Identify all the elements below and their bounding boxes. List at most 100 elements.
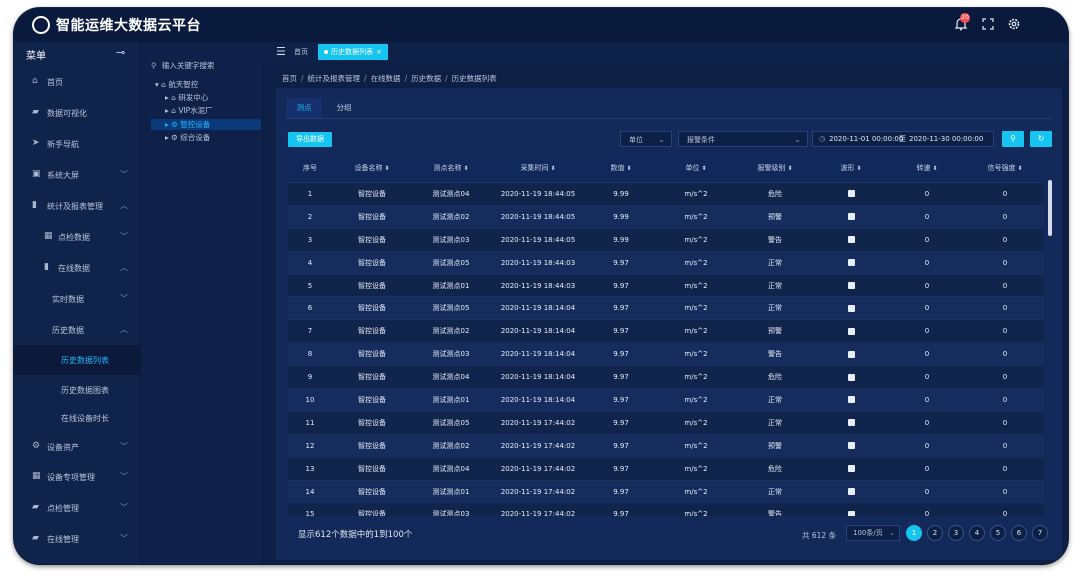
tree-node-vip-cement[interactable]: ▸ ⌂ VIP水泥厂 xyxy=(165,105,213,116)
page-button[interactable]: 7 xyxy=(1032,525,1048,541)
table-row[interactable]: 13 智控设备 测试测点04 2020-11-19 17:44:02 9.97 m/s^2… xyxy=(288,457,1044,481)
waveform-icon[interactable] xyxy=(847,465,855,473)
fullscreen-icon[interactable] xyxy=(981,17,995,35)
column-header[interactable]: 波形 ⬍ xyxy=(814,154,888,183)
tree-node-smart-device[interactable]: ▸ ⚙ 智控设备 xyxy=(151,119,261,130)
waveform-icon[interactable] xyxy=(847,259,855,267)
menu-item-guide[interactable]: ➤ 新手导航 xyxy=(14,129,140,159)
menu-item-home[interactable]: ⌂ 首页 xyxy=(14,67,140,97)
close-icon[interactable]: × xyxy=(376,48,382,56)
table-row[interactable]: 1 智控设备 测试测点04 2020-11-19 18:44:05 9.99 m/s^2 危… xyxy=(288,182,1044,206)
menu-item-online-mgmt[interactable]: ▰ 在线管理 ﹀ xyxy=(14,524,140,554)
sort-icon[interactable]: ⬍ xyxy=(932,165,937,172)
sort-icon[interactable]: ⬍ xyxy=(550,165,555,172)
breadcrumb-item[interactable]: 历史数据 xyxy=(411,74,441,83)
waveform-icon[interactable] xyxy=(847,190,855,198)
date-range-picker[interactable]: ◷ 2020-11-01 00:00:00 至 2020-11-30 00:00… xyxy=(812,131,994,147)
table-row[interactable]: 6 智控设备 测试测点05 2020-11-19 18:14:04 9.97 m/s^2 正… xyxy=(288,296,1044,321)
tree-node-rd-center[interactable]: ▸ ⌂ 研发中心 xyxy=(165,92,208,103)
page-button[interactable]: 3 xyxy=(948,525,964,541)
breadcrumb-item[interactable]: 统计及报表管理 xyxy=(308,74,361,83)
table-row[interactable]: 2 智控设备 测试测点02 2020-11-19 18:44:05 9.99 m/s^2 预… xyxy=(288,205,1044,229)
collapse-icon[interactable]: ⊸ xyxy=(116,46,125,59)
sort-icon[interactable]: ⬍ xyxy=(463,165,468,172)
column-header[interactable]: 采集时间 ⬍ xyxy=(490,154,586,183)
table-row[interactable]: 14 智控设备 测试测点01 2020-11-19 17:44:02 9.97 m/s^2… xyxy=(288,480,1044,504)
menu-item-realtime-data[interactable]: 实时数据 ﹀ xyxy=(14,284,140,314)
table-row[interactable]: 3 智控设备 测试测点03 2020-11-19 18:44:05 9.99 m/s^2 警… xyxy=(288,228,1044,252)
waveform-icon[interactable] xyxy=(847,442,855,450)
table-row[interactable]: 10 智控设备 测试测点01 2020-11-19 18:14:04 9.97 m/s^2… xyxy=(288,388,1044,412)
waveform-icon[interactable] xyxy=(847,488,855,496)
page-button[interactable]: 6 xyxy=(1011,525,1027,541)
column-header[interactable]: 序号 xyxy=(288,154,332,183)
column-header[interactable]: 数值 ⬍ xyxy=(586,154,656,183)
menu-item-history-list[interactable]: 历史数据列表 xyxy=(14,345,140,375)
page-button[interactable]: 5 xyxy=(990,525,1006,541)
table-row[interactable]: 9 智控设备 测试测点04 2020-11-19 18:14:04 9.97 m/s^2 危… xyxy=(288,365,1044,390)
page-button[interactable]: 2 xyxy=(927,525,943,541)
menu-toggle-icon[interactable]: ☰ xyxy=(276,45,286,58)
menu-item-online-data[interactable]: ▮ 在线数据 ︿ xyxy=(14,253,140,283)
refresh-button[interactable]: ↻ xyxy=(1030,131,1052,147)
menu-item-inspection-mgmt[interactable]: ▰ 点检管理 ﹀ xyxy=(14,493,140,523)
menu-item-inspection-data[interactable]: ▦ 点检数据 ﹀ xyxy=(14,222,140,252)
breadcrumb-item[interactable]: 首页 xyxy=(282,74,297,83)
column-header[interactable]: 报警级别 ⬍ xyxy=(736,154,814,183)
page-button[interactable]: 1 xyxy=(906,525,922,541)
sort-icon[interactable]: ⬍ xyxy=(701,165,706,172)
sort-icon[interactable]: ⬍ xyxy=(626,165,631,172)
column-header[interactable]: 信号强度 ⬍ xyxy=(966,154,1044,183)
table-row[interactable]: 15 智控设备 测试测点03 2020-11-19 17:44:02 9.97 m/s^2… xyxy=(288,502,1044,516)
menu-item-history-data[interactable]: 历史数据 ︿ xyxy=(14,315,140,345)
waveform-icon[interactable] xyxy=(847,327,855,335)
waveform-icon[interactable] xyxy=(847,236,855,244)
column-header[interactable]: 转速 ⬍ xyxy=(888,154,966,183)
waveform-icon[interactable] xyxy=(847,510,855,516)
table-row[interactable]: 4 智控设备 测试测点05 2020-11-19 18:44:03 9.97 m/s^2 正… xyxy=(288,251,1044,275)
column-header[interactable]: 测点名称 ⬍ xyxy=(412,154,490,183)
unit-select[interactable]: 单位 ⌄ xyxy=(620,131,672,147)
menu-item-data-visualization[interactable]: ▰ 数据可视化 xyxy=(14,98,140,128)
tab-history-list[interactable]: 历史数据列表 × xyxy=(318,44,388,60)
sort-icon[interactable]: ⬍ xyxy=(787,165,792,172)
subtab-groups[interactable]: 分组 xyxy=(326,98,362,118)
table-row[interactable]: 5 智控设备 测试测点01 2020-11-19 18:44:03 9.97 m/s^2 正… xyxy=(288,274,1044,298)
table-scrollbar[interactable] xyxy=(1048,180,1052,236)
column-header[interactable]: 设备名称 ⬍ xyxy=(332,154,412,183)
menu-item-online-duration[interactable]: 在线设备时长 xyxy=(14,403,140,433)
waveform-icon[interactable] xyxy=(847,213,855,221)
menu-item-device-special[interactable]: ▦ 设备专项管理 ﹀ xyxy=(14,462,140,492)
search-button[interactable]: ⚲ xyxy=(1002,131,1024,147)
column-header[interactable]: 单位 ⬍ xyxy=(656,154,736,183)
waveform-icon[interactable] xyxy=(847,419,855,427)
waveform-icon[interactable] xyxy=(847,282,855,289)
waveform-icon[interactable] xyxy=(847,396,855,404)
waveform-icon[interactable] xyxy=(847,373,855,381)
table-row[interactable]: 7 智控设备 测试测点02 2020-11-19 18:14:04 9.97 m/s^2 预… xyxy=(288,319,1044,344)
tree-node-root[interactable]: ▾ ⌂ 航天智控 xyxy=(155,79,198,90)
menu-item-device-assets[interactable]: ⚙ 设备资产 ﹀ xyxy=(14,432,140,462)
waveform-icon[interactable] xyxy=(847,350,855,358)
tree-node-composite-device[interactable]: ▸ ⚙ 综合设备 xyxy=(165,132,210,143)
table-row[interactable]: 11 智控设备 测试测点05 2020-11-19 17:44:02 9.97 m/s^2… xyxy=(288,411,1044,435)
breadcrumb-item[interactable]: 在线数据 xyxy=(371,74,401,83)
alarm-condition-select[interactable]: 报警条件 ⌄ xyxy=(678,131,808,147)
table-row[interactable]: 12 智控设备 测试测点02 2020-11-19 17:44:02 9.97 m/s^2… xyxy=(288,434,1044,458)
tree-search-input[interactable]: ⚲ 输入关键字搜索 xyxy=(151,60,261,74)
subtab-points[interactable]: 测点 xyxy=(286,98,322,119)
menu-item-history-chart[interactable]: 历史数据图表 xyxy=(14,375,140,405)
sort-icon[interactable]: ⬍ xyxy=(384,165,389,172)
sort-icon[interactable]: ⬍ xyxy=(856,165,861,172)
table-cell: 2020-11-19 17:44:02 xyxy=(490,480,586,504)
page-button[interactable]: 4 xyxy=(969,525,985,541)
menu-item-stats-reports[interactable]: ▮ 统计及报表管理 ︿ xyxy=(14,191,140,221)
sort-icon[interactable]: ⬍ xyxy=(1017,165,1022,172)
waveform-icon[interactable] xyxy=(847,304,855,312)
page-size-select[interactable]: 100条/页 ⌄ xyxy=(846,525,900,541)
menu-item-big-screen[interactable]: ▣ 系统大屏 ﹀ xyxy=(14,160,140,190)
export-button[interactable]: 导出数据 xyxy=(288,132,332,147)
tab-home[interactable]: 首页 xyxy=(294,47,308,57)
settings-icon[interactable] xyxy=(1007,17,1021,35)
table-row[interactable]: 8 智控设备 测试测点03 2020-11-19 18:14:04 9.97 m/s^2 警… xyxy=(288,342,1044,367)
